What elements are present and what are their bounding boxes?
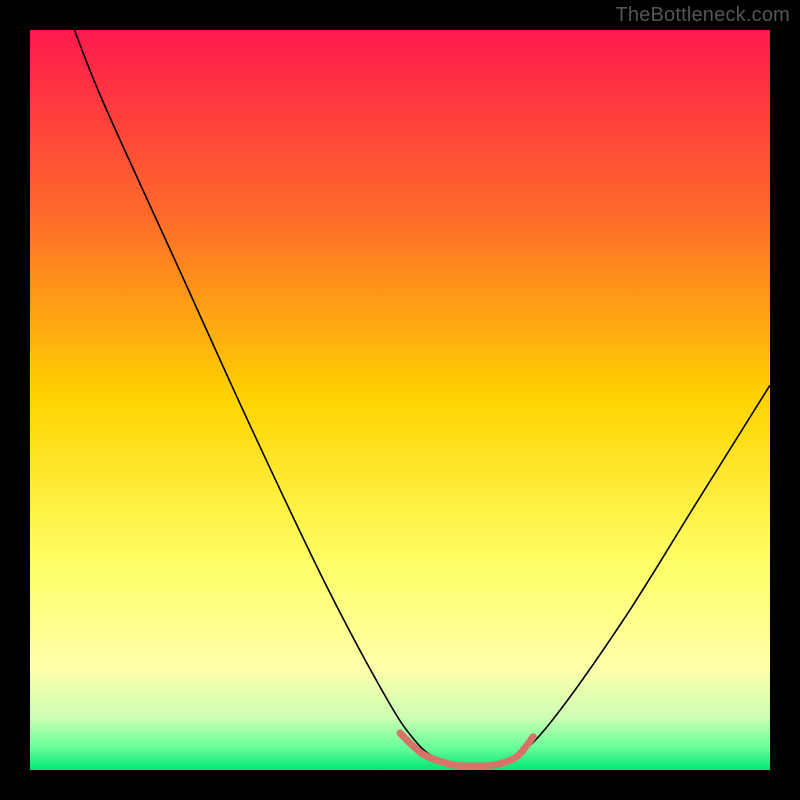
watermark-text: TheBottleneck.com [615,4,790,27]
chart-svg [30,30,770,770]
plot-area [30,30,770,770]
gradient-rect [30,30,770,770]
chart-frame: TheBottleneck.com [0,0,800,800]
